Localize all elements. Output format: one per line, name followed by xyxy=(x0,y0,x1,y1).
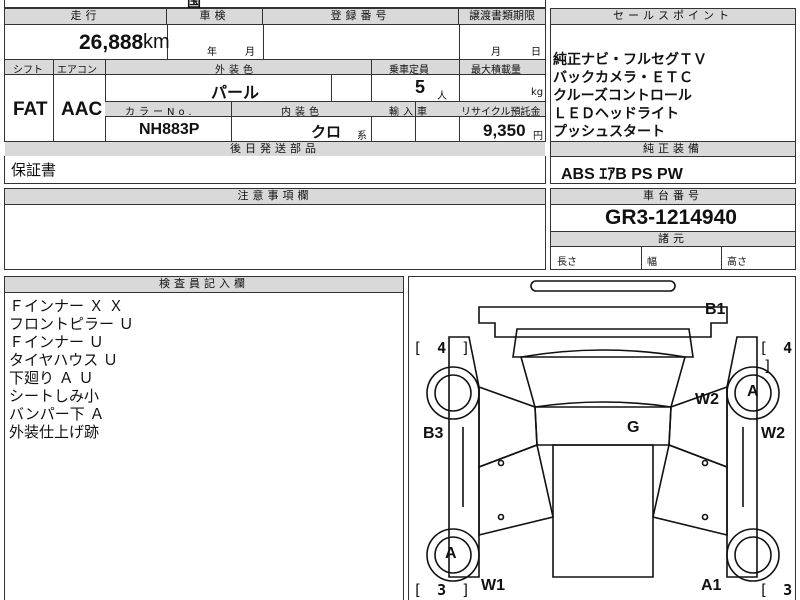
capacity-value: 5 xyxy=(415,77,426,97)
specs-table: 走行 車検 登録番号 譲渡書類期限 26,888 km 年 月 月 日 シフト … xyxy=(4,8,546,157)
dims-header: 諸元 xyxy=(551,231,795,247)
sales-point-3: クルーズコントロール xyxy=(553,88,692,104)
header-capacity: 乗車定員 xyxy=(389,65,429,76)
left-rear-door xyxy=(478,443,554,537)
chassis-header: 車台番号 xyxy=(551,189,795,205)
bracket-left-top: [ 4 ] xyxy=(413,339,471,357)
interior-suffix: 系 xyxy=(357,131,367,142)
color-no-value: NH883P xyxy=(139,121,200,138)
car-diagram-panel: B1 W2 A W2 B3 G A W1 A1 [ 4 ] [ 4 ] [ 3 … xyxy=(408,276,796,600)
mark-a-front-right: A xyxy=(747,383,759,400)
mark-g: G xyxy=(627,419,640,436)
inspector-line-8: 外装仕上げ跡 xyxy=(9,423,100,441)
sales-point-4: ＬＥＤヘッドライト xyxy=(553,106,679,122)
notes-panel: 注意事項欄 xyxy=(4,188,546,270)
aftersend-cell: 保証書 xyxy=(4,156,546,184)
windshield xyxy=(519,349,687,408)
recycle-unit: 円 xyxy=(533,131,543,142)
sales-points-panel: セールスポイント 純正ナビ・フルセグＴＶ バックカメラ・ＥＴＣ クルーズコントロ… xyxy=(550,8,796,142)
chassis-panel: 車台番号 GR3-1214940 諸元 長さ 幅 高さ xyxy=(550,188,796,270)
header-recycle: リサイクル預託金 xyxy=(461,107,541,118)
hood xyxy=(512,328,694,358)
chassis-value: GR3-1214940 xyxy=(605,206,737,229)
mark-a-rear-left: A xyxy=(445,545,457,562)
interior-color-value: クロ xyxy=(311,123,342,141)
header-color-no: カラーNo. xyxy=(125,107,196,118)
mileage-value: 26,888 xyxy=(79,31,144,54)
mileage-unit: km xyxy=(143,31,170,53)
rear-cabin xyxy=(552,444,654,578)
dim-height: 高さ xyxy=(727,257,747,268)
header-max-load: 最大積載量 xyxy=(471,65,521,76)
sales-point-5: プッシュスタート xyxy=(553,124,665,140)
sales-point-2: バックカメラ・ＥＴＣ xyxy=(553,70,693,86)
inspection-month: 月 xyxy=(245,47,255,58)
mark-b1: B1 xyxy=(705,301,726,318)
transfer-month: 月 xyxy=(491,47,501,58)
notes-header: 注意事項欄 xyxy=(5,189,545,205)
header-interior-color: 内装色 xyxy=(281,107,323,118)
header-registration: 登録番号 xyxy=(263,9,459,25)
mark-w2-right: W2 xyxy=(695,391,719,408)
shift-value: FAT xyxy=(13,99,48,120)
bracket-right-bottom: [ 3 xyxy=(759,581,793,599)
inspection-year: 年 xyxy=(207,47,217,58)
transfer-day: 日 xyxy=(531,47,541,58)
roof xyxy=(534,406,672,446)
genuine-equipment-value: ABS ｴｱB PS PW xyxy=(561,166,683,183)
capacity-unit: 人 xyxy=(437,91,447,102)
bracket-right-top: [ 4 ] xyxy=(759,339,793,375)
header-exterior-color: 外装色 xyxy=(215,65,257,76)
recycle-value: 9,350 xyxy=(483,121,526,140)
left-front-door xyxy=(478,385,538,469)
header-aftersend: 後日発送部品 xyxy=(5,141,545,157)
mark-w1: W1 xyxy=(481,577,505,594)
header-mileage: 走行 xyxy=(5,9,167,25)
inspector-header: 検査員記入欄 xyxy=(5,277,403,293)
genuine-equipment-header: 純正装備 xyxy=(551,142,795,157)
header-aircon: エアコン xyxy=(57,65,97,76)
car-diagram xyxy=(426,280,780,582)
bracket-left-bottom: [ 3 ] xyxy=(413,581,471,599)
header-inspection: 車検 xyxy=(167,9,263,25)
inspector-panel: 検査員記入欄 Ｆインナー Ｘ Ｘ フロントピラー Ｕ Ｆインナー Ｕ タイヤハウ… xyxy=(4,276,404,600)
aftersend-value: 保証書 xyxy=(11,161,57,179)
front-bumper-bar xyxy=(530,280,676,292)
mark-w2-edge: W2 xyxy=(761,425,785,442)
sales-point-1: 純正ナビ・フルセグＴＶ xyxy=(553,52,707,68)
header-shift: シフト xyxy=(13,65,43,76)
sales-points-header: セールスポイント xyxy=(551,9,795,25)
load-unit: kg xyxy=(531,87,544,98)
dim-length: 長さ xyxy=(557,257,577,268)
dim-width: 幅 xyxy=(647,257,657,268)
specs-panel xyxy=(4,0,546,8)
header-import: 輸入車 xyxy=(389,107,431,118)
exterior-color-value: パール xyxy=(211,83,260,102)
mark-a1: A1 xyxy=(701,577,722,594)
mark-b3: B3 xyxy=(423,425,444,442)
genuine-equipment-panel: 純正装備 ABS ｴｱB PS PW xyxy=(550,142,796,184)
aircon-value: AAC xyxy=(61,99,103,120)
right-rear-door xyxy=(652,443,728,537)
header-transfer-deadline: 譲渡書類期限 xyxy=(459,9,545,25)
